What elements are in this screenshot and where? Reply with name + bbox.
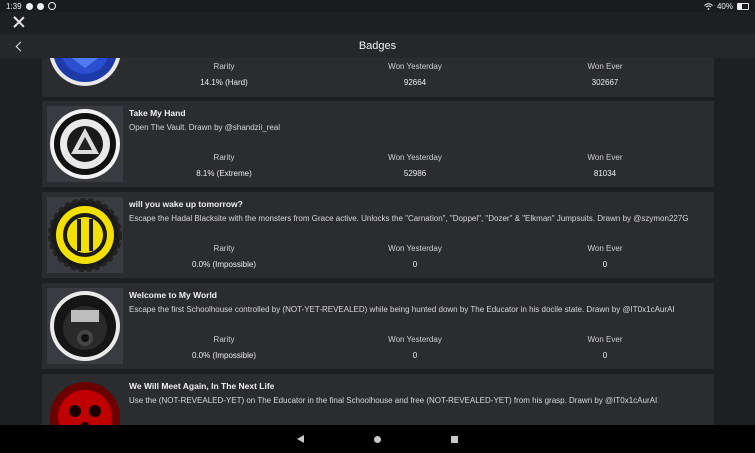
won-ever-value: 302667 bbox=[591, 78, 619, 87]
badge-description: Escape the Hadal Blacksite with the mons… bbox=[129, 214, 689, 223]
nav-home-icon[interactable] bbox=[374, 435, 381, 443]
rarity-stat: Rarity 0.0% (Impossible) bbox=[164, 335, 284, 360]
header: Badges bbox=[0, 34, 755, 58]
won-yesterday-label: Won Yesterday bbox=[388, 335, 442, 344]
rarity-value: 14.1% (Hard) bbox=[200, 78, 248, 87]
won-yesterday-label: Won Yesterday bbox=[388, 62, 442, 71]
badge-card[interactable]: Take My Hand Open The Vault. Drawn by @s… bbox=[42, 101, 714, 187]
won-yesterday-stat: Won Yesterday 0 bbox=[355, 335, 475, 360]
won-ever-stat: Won Ever 81034 bbox=[545, 153, 665, 178]
rarity-label: Rarity bbox=[213, 244, 235, 253]
status-left: 1:39 bbox=[6, 2, 56, 11]
badge-description: Use the (NOT-REVEALED-YET) on The Educat… bbox=[129, 396, 658, 405]
badge-card[interactable]: Rarity 14.1% (Hard) Won Yesterday 92664 … bbox=[42, 58, 714, 97]
won-yesterday-stat: Won Yesterday 0 bbox=[355, 244, 475, 269]
wifi-icon bbox=[704, 2, 713, 10]
battery-icon bbox=[737, 2, 749, 10]
won-ever-value: 81034 bbox=[593, 169, 617, 178]
won-ever-stat: Won Ever 0 bbox=[545, 244, 665, 269]
rarity-stat: Rarity 0.0% (Impossible) bbox=[164, 244, 284, 269]
yellow-gear-badge-icon bbox=[47, 197, 123, 273]
battery-percent: 40% bbox=[716, 1, 733, 11]
won-yesterday-value: 92664 bbox=[403, 78, 427, 87]
system-nav-bar bbox=[0, 425, 755, 453]
gas-mask-badge-icon bbox=[47, 288, 123, 364]
won-ever-label: Won Ever bbox=[587, 244, 623, 253]
won-yesterday-value: 52986 bbox=[403, 169, 427, 178]
won-ever-label: Won Ever bbox=[587, 62, 623, 71]
badge-title: Take My Hand bbox=[129, 108, 186, 118]
rarity-value: 0.0% (Impossible) bbox=[191, 260, 257, 269]
won-ever-label: Won Ever bbox=[587, 153, 623, 162]
back-arrow-icon[interactable] bbox=[14, 40, 24, 52]
badge-description: Open The Vault. Drawn by @shandzii_real bbox=[129, 123, 281, 132]
status-right: 40% bbox=[704, 2, 749, 11]
badge-description: Escape the first Schoolhouse controlled … bbox=[129, 305, 675, 314]
rarity-label: Rarity bbox=[213, 153, 235, 162]
won-ever-value: 0 bbox=[602, 351, 608, 360]
badge-card[interactable]: We Will Meet Again, In The Next Life Use… bbox=[42, 374, 714, 425]
nav-back-icon[interactable] bbox=[297, 435, 304, 443]
notification-icon bbox=[25, 2, 33, 10]
vault-badge-icon bbox=[47, 106, 123, 182]
won-yesterday-stat: Won Yesterday 92664 bbox=[355, 62, 475, 87]
won-yesterday-value: 0 bbox=[412, 260, 418, 269]
badge-title: will you wake up tomorrow? bbox=[129, 199, 243, 209]
rarity-value: 0.0% (Impossible) bbox=[191, 351, 257, 360]
top-bar bbox=[0, 12, 755, 34]
rarity-stat: Rarity 8.1% (Extreme) bbox=[164, 153, 284, 178]
page-title: Badges bbox=[358, 40, 397, 52]
blue-grid-badge-icon bbox=[47, 58, 123, 92]
won-yesterday-value: 0 bbox=[412, 351, 418, 360]
won-yesterday-label: Won Yesterday bbox=[388, 153, 442, 162]
nav-recents-icon[interactable] bbox=[451, 435, 458, 443]
rarity-label: Rarity bbox=[213, 335, 235, 344]
won-yesterday-label: Won Yesterday bbox=[388, 244, 442, 253]
sync-icon bbox=[47, 2, 56, 10]
status-time: 1:39 bbox=[6, 1, 22, 11]
app-notification-icon bbox=[36, 2, 44, 10]
won-ever-stat: Won Ever 0 bbox=[545, 335, 665, 360]
red-face-badge-icon bbox=[47, 379, 123, 425]
close-icon[interactable] bbox=[12, 15, 26, 29]
badge-card[interactable]: will you wake up tomorrow? Escape the Ha… bbox=[42, 192, 714, 278]
rarity-value: 8.1% (Extreme) bbox=[196, 169, 252, 178]
badge-title: Welcome to My World bbox=[129, 290, 218, 300]
won-ever-stat: Won Ever 302667 bbox=[545, 62, 665, 87]
won-ever-value: 0 bbox=[602, 260, 608, 269]
badge-card[interactable]: Welcome to My World Escape the first Sch… bbox=[42, 283, 714, 369]
rarity-stat: Rarity 14.1% (Hard) bbox=[164, 62, 284, 87]
badge-title: We Will Meet Again, In The Next Life bbox=[129, 381, 275, 391]
badge-list[interactable]: Rarity 14.1% (Hard) Won Yesterday 92664 … bbox=[0, 58, 755, 425]
won-yesterday-stat: Won Yesterday 52986 bbox=[355, 153, 475, 178]
rarity-label: Rarity bbox=[213, 62, 235, 71]
status-bar: 1:39 40% bbox=[0, 0, 755, 12]
won-ever-label: Won Ever bbox=[587, 335, 623, 344]
